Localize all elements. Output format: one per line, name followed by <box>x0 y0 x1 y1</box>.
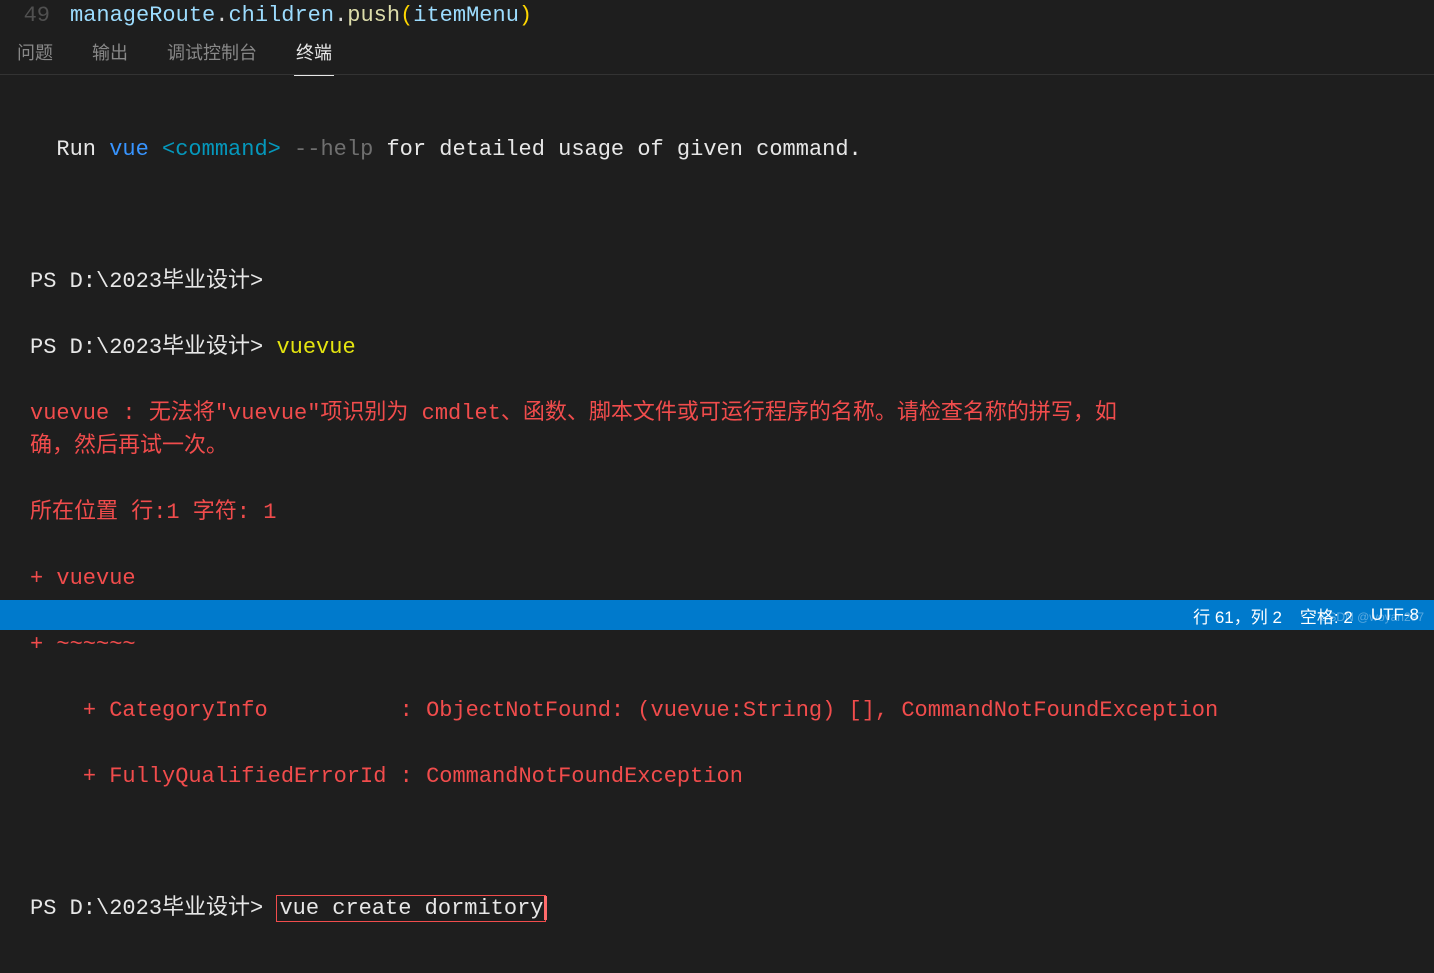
prompt-line-current: PS D:\2023毕业设计> vue create dormitory <box>30 892 1419 925</box>
tab-problems[interactable]: 问题 <box>15 29 55 75</box>
error-marker: + ~~~~~~ <box>30 628 1419 661</box>
terminal-cursor <box>544 896 547 920</box>
status-bar: 行 61，列 2 空格: 2 UTF-8 <box>0 600 1434 630</box>
panel-tabs: 问题 输出 调试控制台 终端 <box>0 30 1434 75</box>
terminal-content[interactable]: Run vue <command> --help for detailed us… <box>0 75 1434 973</box>
error-qualified-id: + FullyQualifiedErrorId : CommandNotFoun… <box>30 760 1419 793</box>
prompt-line: PS D:\2023毕业设计> <box>30 265 1419 298</box>
line-number: 49 <box>0 3 70 28</box>
highlighted-command: vue create dormitory <box>276 895 546 922</box>
tab-debug-console[interactable]: 调试控制台 <box>165 29 259 75</box>
editor-peek: 49 manageRoute.children.push(itemMenu) <box>0 0 1434 30</box>
code-line: manageRoute.children.push(itemMenu) <box>70 3 532 28</box>
terminal-hint-line: Run vue <command> --help for detailed us… <box>30 133 1419 166</box>
tab-output[interactable]: 输出 <box>90 29 130 75</box>
error-message: vuevue : 无法将"vuevue"项识别为 cmdlet、函数、脚本文件或… <box>30 397 1419 463</box>
error-location: 所在位置 行:1 字符: 1 <box>30 496 1419 529</box>
prompt-line: PS D:\2023毕业设计> vuevue <box>30 331 1419 364</box>
error-category: + CategoryInfo : ObjectNotFound: (vuevue… <box>30 694 1419 727</box>
tab-terminal[interactable]: 终端 <box>294 29 334 76</box>
cursor-position[interactable]: 行 61，列 2 <box>1193 603 1282 628</box>
error-snippet: + vuevue <box>30 562 1419 595</box>
watermark: CSDN @woyan297 <box>1320 610 1424 624</box>
